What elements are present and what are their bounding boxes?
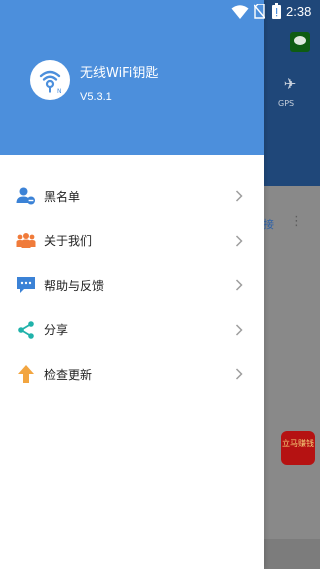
menu-item-check-update[interactable]: 检查更新 xyxy=(0,352,264,397)
svg-text:N: N xyxy=(57,88,62,95)
app-name: 无线WiFi钥匙 xyxy=(80,66,159,81)
menu-label-share: 分享 xyxy=(44,323,69,338)
menu-label-blacklist: 黑名单 xyxy=(44,189,81,204)
wechat-icon xyxy=(290,32,310,52)
people-icon xyxy=(16,231,36,251)
menu-item-help-feedback[interactable]: 帮助与反馈 xyxy=(0,263,264,308)
chat-bubble-icon xyxy=(16,275,36,295)
status-bar: 2:38 xyxy=(0,0,320,24)
menu-label-about-us: 关于我们 xyxy=(44,234,93,249)
share-icon xyxy=(16,320,36,340)
menu-label-help-feedback: 帮助与反馈 xyxy=(44,278,105,293)
drawer-menu: 黑名单 关于我们 帮助与反馈 分享 检查更新 xyxy=(0,174,264,397)
app-version: V5.3.1 xyxy=(80,91,112,103)
chevron-right-icon xyxy=(235,368,243,380)
chevron-right-icon xyxy=(235,235,243,247)
more-icon: ⋮ xyxy=(290,214,303,229)
menu-item-blacklist[interactable]: 黑名单 xyxy=(0,174,264,219)
gps-label: GPS xyxy=(278,99,295,108)
menu-item-share[interactable]: 分享 xyxy=(0,308,264,353)
chevron-right-icon xyxy=(235,190,243,202)
gps-icon: ✈ xyxy=(283,75,297,93)
blacklist-user-icon xyxy=(16,186,36,206)
app-logo: N xyxy=(30,60,70,100)
status-time: 2:38 xyxy=(286,4,312,19)
battery-icon xyxy=(272,3,281,19)
menu-label-check-update: 检查更新 xyxy=(44,367,93,382)
ad-badge: 立马赚钱 xyxy=(281,431,315,465)
menu-item-about-us[interactable]: 关于我们 xyxy=(0,219,264,264)
no-sim-icon xyxy=(254,4,265,19)
connect-button: 接 xyxy=(263,218,274,231)
chevron-right-icon xyxy=(235,324,243,336)
wifi-logo-icon: N xyxy=(39,70,62,95)
update-arrow-icon xyxy=(16,364,36,384)
navigation-drawer: N 无线WiFi钥匙 V5.3.1 黑名单 关于我们 帮助与反馈 分享 检查更新 xyxy=(0,0,264,569)
chevron-right-icon xyxy=(235,279,243,291)
wifi-icon xyxy=(231,5,249,19)
